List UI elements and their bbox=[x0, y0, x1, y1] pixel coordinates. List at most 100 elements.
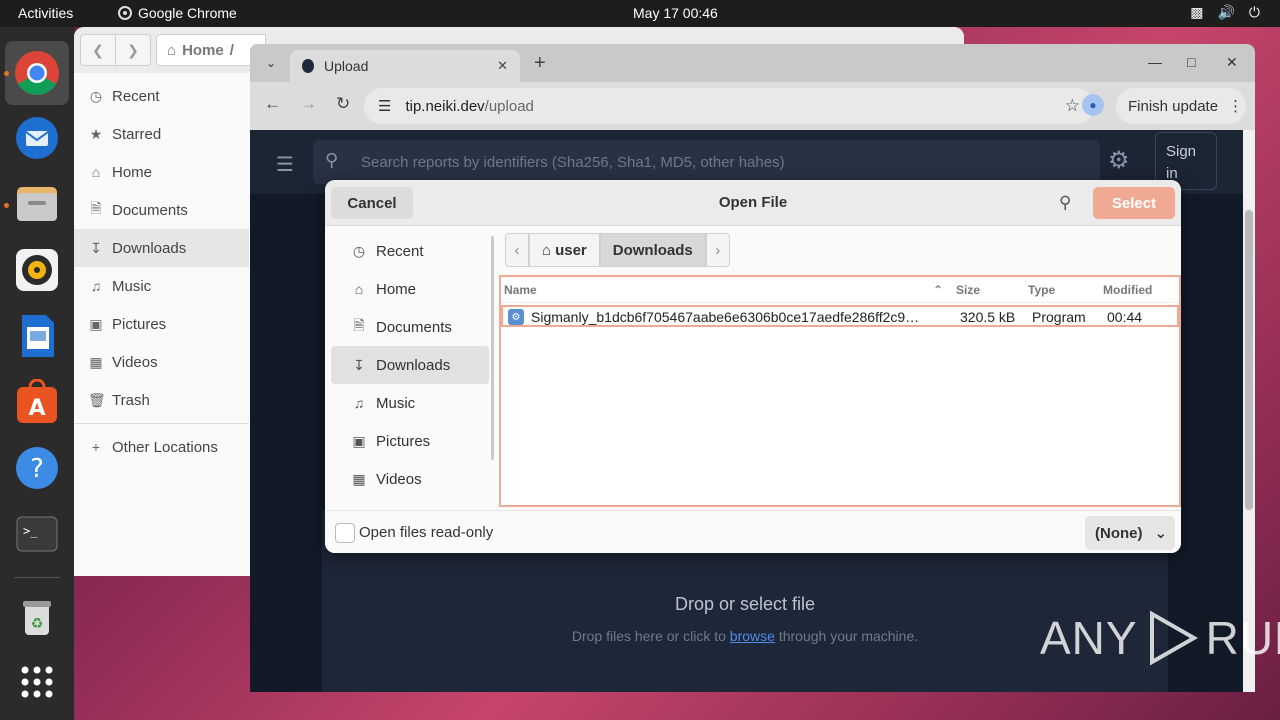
dock-writer[interactable] bbox=[14, 313, 60, 359]
profile-avatar-icon[interactable]: ● bbox=[1082, 94, 1104, 116]
dock-show-apps[interactable] bbox=[14, 659, 60, 705]
forward-arrow-icon[interactable]: → bbox=[300, 94, 317, 114]
sidebar-item-downloads[interactable]: ↧ Downloads bbox=[74, 229, 249, 267]
back-button[interactable]: ❮ bbox=[80, 34, 116, 66]
sidebar-item-pictures[interactable]: ▣ Pictures bbox=[74, 305, 249, 343]
star-icon: ★ bbox=[89, 125, 103, 142]
search-icon[interactable]: ⚲ bbox=[1059, 193, 1071, 213]
place-label: Documents bbox=[376, 318, 452, 336]
site-info-icon[interactable]: ☰ bbox=[378, 97, 391, 115]
place-recent[interactable]: ◷ Recent bbox=[331, 232, 489, 270]
dock-help[interactable]: ? bbox=[14, 445, 60, 491]
dock-separator bbox=[14, 577, 60, 578]
sidebar-item-music[interactable]: ♫ Music bbox=[74, 267, 249, 305]
address-bar[interactable]: ☰ tip.neiki.dev/upload ☆ bbox=[364, 88, 1094, 124]
top-bar: Activities Google Chrome May 17 00:46 ▩ … bbox=[0, 0, 1280, 27]
column-modified[interactable]: Modified bbox=[1103, 283, 1152, 297]
clock-icon: ◷ bbox=[352, 242, 366, 259]
sidebar-item-starred[interactable]: ★ Starred bbox=[74, 115, 249, 153]
place-home[interactable]: ⌂ Home bbox=[331, 270, 489, 308]
document-icon: 🗎 bbox=[90, 200, 102, 216]
crumb-downloads[interactable]: Downloads bbox=[599, 233, 706, 267]
read-only-label[interactable]: Open files read-only bbox=[359, 524, 493, 541]
sidebar-item-label: Recent bbox=[112, 87, 160, 105]
read-only-checkbox[interactable] bbox=[335, 523, 355, 543]
clock[interactable]: May 17 00:46 bbox=[633, 5, 718, 21]
music-icon: ♫ bbox=[353, 395, 365, 411]
browse-link[interactable]: browse bbox=[730, 628, 775, 644]
sidebar-item-documents[interactable]: 🗎 Documents bbox=[74, 191, 249, 229]
crumb-scroll-left[interactable]: ‹ bbox=[505, 233, 529, 267]
minimize-icon[interactable]: — bbox=[1148, 54, 1162, 70]
reload-icon[interactable]: ↻ bbox=[336, 94, 350, 114]
sidebar-item-label: Documents bbox=[112, 201, 188, 219]
dock-thunderbird[interactable] bbox=[14, 115, 60, 161]
document-icon: 🗎 bbox=[353, 317, 365, 333]
dock-terminal[interactable]: >_ bbox=[14, 511, 60, 557]
back-arrow-icon[interactable]: ← bbox=[264, 94, 281, 114]
sidebar-item-trash[interactable]: 🗑 Trash bbox=[74, 381, 249, 419]
running-indicator bbox=[4, 203, 9, 208]
chevron-down-icon: ⌄ bbox=[1154, 525, 1168, 542]
places-scrollbar[interactable] bbox=[491, 236, 494, 460]
trash-icon: ♻ bbox=[23, 601, 51, 635]
crumb-user[interactable]: ⌂ user bbox=[529, 233, 600, 267]
cancel-button[interactable]: Cancel bbox=[331, 187, 413, 219]
file-name: Sigmanly_b1dcb6f705467aabe6e6306b0ce17ae… bbox=[531, 309, 920, 325]
place-videos[interactable]: ▦ Videos bbox=[331, 460, 489, 498]
page-scrollbar[interactable] bbox=[1243, 130, 1255, 692]
place-label: Music bbox=[376, 394, 416, 412]
column-name[interactable]: Name bbox=[504, 283, 537, 297]
place-label: Pictures bbox=[376, 432, 431, 450]
place-music[interactable]: ♫ Music bbox=[331, 384, 489, 422]
table-row[interactable]: ⚙ Sigmanly_b1dcb6f705467aabe6e6306b0ce17… bbox=[501, 305, 1179, 327]
path-home[interactable]: Home bbox=[182, 42, 224, 59]
sidebar-item-home[interactable]: ⌂ Home bbox=[74, 153, 249, 191]
app-menu[interactable]: Google Chrome bbox=[118, 5, 237, 21]
place-documents[interactable]: 🗎 Documents bbox=[331, 308, 489, 346]
close-window-icon[interactable]: ✕ bbox=[1226, 54, 1238, 71]
app-center-icon: A bbox=[17, 379, 57, 423]
svg-text:A: A bbox=[28, 396, 45, 421]
crumb-scroll-right[interactable]: › bbox=[705, 233, 730, 267]
svg-text:>_: >_ bbox=[23, 524, 38, 538]
new-tab-button[interactable]: + bbox=[534, 52, 546, 75]
select-button[interactable]: Select bbox=[1093, 187, 1175, 219]
place-pictures[interactable]: ▣ Pictures bbox=[331, 422, 489, 460]
place-downloads[interactable]: ↧ Downloads bbox=[331, 346, 489, 384]
column-type[interactable]: Type bbox=[1028, 283, 1055, 297]
video-icon: ▦ bbox=[89, 353, 103, 370]
close-tab-icon[interactable]: ✕ bbox=[497, 58, 508, 74]
dock-rhythmbox[interactable] bbox=[14, 247, 60, 293]
chevron-right-icon: › bbox=[715, 241, 721, 259]
activities-button[interactable]: Activities bbox=[18, 5, 73, 21]
dock-chrome[interactable] bbox=[5, 41, 69, 105]
report-search-input[interactable]: ⚲ Search reports by identifiers (Sha256,… bbox=[313, 140, 1100, 184]
watermark-left: ANY bbox=[1040, 612, 1138, 664]
dock-app-center[interactable]: A bbox=[14, 379, 60, 425]
sidebar-item-recent[interactable]: ◷ Recent bbox=[74, 77, 249, 115]
forward-button[interactable]: ❯ bbox=[115, 34, 151, 66]
sidebar-item-videos[interactable]: ▦ Videos bbox=[74, 343, 249, 381]
file-list[interactable]: Name ⌃ Size Type Modified ⚙ Sigmanly_b1d… bbox=[499, 275, 1181, 507]
system-tray[interactable]: ▩ 🔊 ⏻ bbox=[1190, 4, 1260, 21]
home-icon: ⌂ bbox=[91, 164, 101, 180]
sidebar-item-other-locations[interactable]: + Other Locations bbox=[74, 428, 249, 466]
hamburger-menu-icon[interactable]: ☰ bbox=[276, 152, 294, 177]
gear-icon[interactable]: ⚙ bbox=[1108, 146, 1130, 175]
finish-update-label: Finish update bbox=[1128, 97, 1219, 115]
tab-upload[interactable]: Upload ✕ bbox=[290, 50, 520, 82]
scrollbar-thumb[interactable] bbox=[1245, 210, 1253, 510]
files-icon bbox=[17, 187, 57, 221]
column-size[interactable]: Size bbox=[956, 283, 980, 297]
file-filter-dropdown[interactable]: (None) ⌄ bbox=[1085, 516, 1175, 550]
download-icon: ↧ bbox=[353, 356, 365, 373]
finish-update-button[interactable]: Finish update ⋮ bbox=[1116, 88, 1246, 124]
running-indicator bbox=[4, 71, 9, 76]
bookmark-star-icon[interactable]: ☆ bbox=[1065, 96, 1080, 116]
dock-files[interactable] bbox=[14, 181, 60, 227]
maximize-icon[interactable]: □ bbox=[1187, 54, 1195, 70]
favicon-icon bbox=[302, 59, 314, 73]
dock-trash[interactable]: ♻ bbox=[14, 595, 60, 641]
tab-search-button[interactable]: ⌄ bbox=[260, 52, 282, 74]
